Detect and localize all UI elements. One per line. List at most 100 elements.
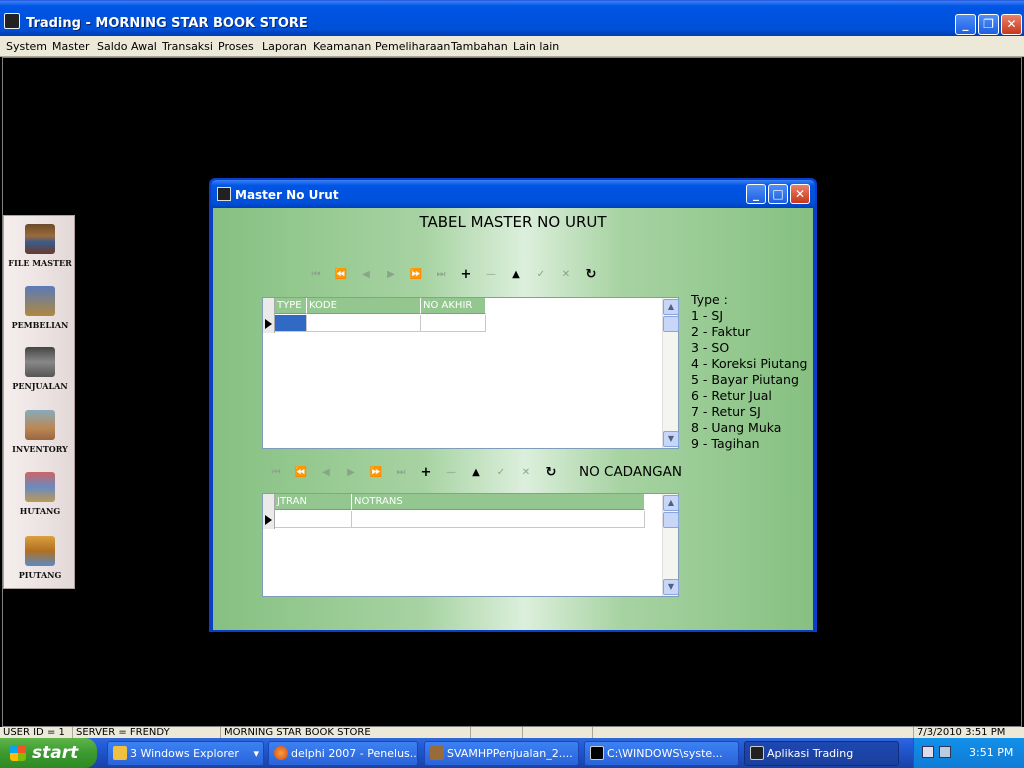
cancel-icon[interactable]: ✕ — [559, 268, 573, 282]
next-icon[interactable]: ▶ — [384, 268, 398, 282]
status-datetime: 7/3/2010 3:51 PM — [913, 727, 1024, 738]
taskbar-button-firefox[interactable]: delphi 2007 - Penelus... — [268, 741, 418, 766]
column-header-no-akhir[interactable]: NO AKHIR — [421, 298, 486, 314]
menu-keamanan[interactable]: Keamanan — [313, 40, 371, 53]
type-legend-item: 9 - Tagihan — [691, 436, 760, 451]
master-no-urut-window: Master No Urut _ □ ✕ TABEL MASTER NO URU… — [209, 178, 817, 632]
grid-cell-type[interactable] — [275, 315, 307, 332]
prior-page-icon[interactable]: ⏪ — [294, 466, 308, 480]
menu-master[interactable]: Master — [52, 40, 90, 53]
menu-proses[interactable]: Proses — [218, 40, 254, 53]
ledger-icon — [25, 472, 55, 502]
grid1-vertical-scrollbar[interactable]: ▲ ▼ — [662, 298, 679, 448]
menu-laporan[interactable]: Laporan — [262, 40, 307, 53]
edit-icon[interactable]: ▲ — [509, 268, 523, 282]
scroll-thumb[interactable] — [663, 512, 679, 528]
last-icon[interactable]: ⏭ — [394, 466, 408, 480]
sidebar-item-piutang[interactable]: PIUTANG — [4, 536, 76, 580]
close-button[interactable]: ✕ — [1001, 14, 1022, 35]
dialog-maximize-button[interactable]: □ — [768, 184, 788, 204]
sidebar-item-hutang[interactable]: HUTANG — [4, 472, 76, 516]
scroll-down-icon[interactable]: ▼ — [663, 431, 679, 447]
scroll-thumb[interactable] — [663, 316, 679, 332]
taskbar-button-label: Aplikasi Trading — [767, 747, 854, 760]
menu-transaksi[interactable]: Transaksi — [162, 40, 213, 53]
prior-icon[interactable]: ◀ — [319, 466, 333, 480]
app-icon[interactable] — [4, 13, 20, 29]
menu-lain-lain[interactable]: Lain lain — [513, 40, 559, 53]
next-page-icon[interactable]: ⏩ — [409, 268, 423, 282]
sidebar-item-inventory[interactable]: INVENTORY — [4, 410, 76, 454]
status-panel — [522, 727, 592, 738]
sidebar-item-pembelian[interactable]: PEMBELIAN — [4, 286, 76, 330]
delete-icon[interactable]: — — [444, 466, 458, 480]
taskbar-button-windows-explorer[interactable]: 3 Windows Explorer ▾ — [107, 741, 264, 766]
post-icon[interactable]: ✓ — [494, 466, 508, 480]
network-icon[interactable] — [922, 746, 934, 758]
type-legend-item: 7 - Retur SJ — [691, 404, 761, 419]
column-header-jtran[interactable]: JTRAN — [275, 494, 352, 510]
insert-icon[interactable]: + — [459, 268, 473, 282]
type-legend-item: 4 - Koreksi Piutang — [691, 356, 808, 371]
refresh-icon[interactable]: ↻ — [544, 466, 558, 480]
last-icon[interactable]: ⏭ — [434, 268, 448, 282]
cash-register-icon — [25, 347, 55, 377]
console-icon — [590, 746, 604, 760]
master-no-urut-grid[interactable]: TYPE KODE NO AKHIR ▲ ▼ — [262, 297, 679, 449]
type-legend-item: 2 - Faktur — [691, 324, 751, 339]
grid-cell-no-akhir[interactable] — [421, 315, 486, 332]
menu-system[interactable]: System — [6, 40, 47, 53]
dialog-close-button[interactable]: ✕ — [790, 184, 810, 204]
menu-pemeliharaan[interactable]: Pemeliharaan — [375, 40, 450, 53]
main-window-title: Trading - MORNING STAR BOOK STORE — [26, 16, 308, 31]
start-button[interactable]: start — [0, 738, 97, 768]
next-page-icon[interactable]: ⏩ — [369, 466, 383, 480]
first-icon[interactable]: ⏮ — [269, 466, 283, 480]
taskbar-button-svamhp[interactable]: SVAMHPPenjualan_2.... — [424, 741, 579, 766]
scroll-up-icon[interactable]: ▲ — [663, 495, 679, 511]
current-row-indicator — [265, 515, 272, 525]
column-header-kode[interactable]: KODE — [307, 298, 421, 314]
post-icon[interactable]: ✓ — [534, 268, 548, 282]
menu-saldo-awal[interactable]: Saldo Awal — [97, 40, 157, 53]
taskbar-button-aplikasi-trading[interactable]: Aplikasi Trading — [744, 741, 899, 766]
status-company: MORNING STAR BOOK STORE — [220, 727, 470, 738]
dialog-minimize-button[interactable]: _ — [746, 184, 766, 204]
sidebar-item-penjualan[interactable]: PENJUALAN — [4, 347, 76, 391]
refresh-icon[interactable]: ↻ — [584, 268, 598, 282]
scroll-up-icon[interactable]: ▲ — [663, 299, 679, 315]
prior-icon[interactable]: ◀ — [359, 268, 373, 282]
sidebar-label: FILE MASTER — [8, 258, 72, 268]
clock[interactable]: 3:51 PM — [969, 746, 1013, 759]
grid-cell-notrans[interactable] — [352, 511, 645, 528]
window-icon[interactable] — [217, 187, 231, 201]
dialog-titlebar[interactable]: Master No Urut _ □ ✕ — [211, 180, 815, 208]
no-cadangan-grid[interactable]: JTRAN NOTRANS ▲ ▼ — [262, 493, 679, 597]
system-tray: 3:51 PM — [913, 738, 1024, 768]
column-header-type[interactable]: TYPE — [275, 298, 307, 314]
minimize-button[interactable]: _ — [955, 14, 976, 35]
status-panel — [470, 727, 522, 738]
status-user-id: USER ID = 1 — [3, 727, 65, 738]
grid-cell-kode[interactable] — [307, 315, 421, 332]
edit-icon[interactable]: ▲ — [469, 466, 483, 480]
cancel-icon[interactable]: ✕ — [519, 466, 533, 480]
prior-page-icon[interactable]: ⏪ — [334, 268, 348, 282]
scroll-down-icon[interactable]: ▼ — [663, 579, 679, 595]
sidebar-item-file-master[interactable]: FILE MASTER — [4, 224, 76, 268]
next-icon[interactable]: ▶ — [344, 466, 358, 480]
grid-cell-jtran[interactable] — [275, 511, 352, 528]
grid2-vertical-scrollbar[interactable]: ▲ ▼ — [662, 494, 679, 596]
menu-tambahan[interactable]: Tambahan — [451, 40, 508, 53]
restore-button[interactable]: ❐ — [978, 14, 999, 35]
delete-icon[interactable]: — — [484, 268, 498, 282]
column-header-notrans[interactable]: NOTRANS — [352, 494, 645, 510]
no-cadangan-label: NO CADANGAN — [579, 464, 682, 480]
volume-icon[interactable] — [939, 746, 951, 758]
taskbar-button-cmd[interactable]: C:\WINDOWS\syste... — [584, 741, 739, 766]
insert-icon[interactable]: + — [419, 466, 433, 480]
first-icon[interactable]: ⏮ — [309, 268, 323, 282]
main-titlebar[interactable]: Trading - MORNING STAR BOOK STORE _ ❐ ✕ — [0, 0, 1024, 36]
books-icon — [25, 224, 55, 254]
sidebar-label: PENJUALAN — [12, 381, 68, 391]
